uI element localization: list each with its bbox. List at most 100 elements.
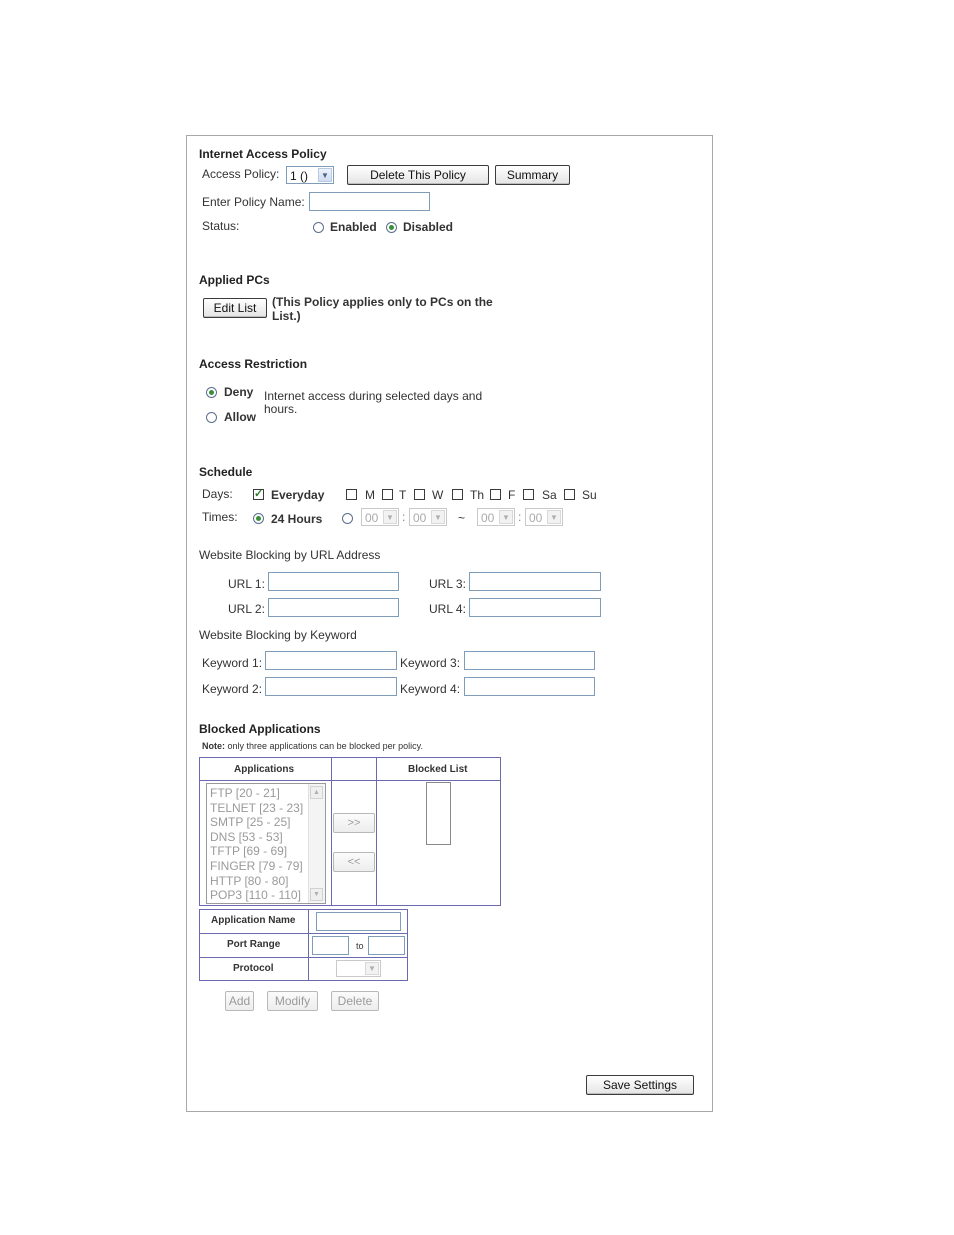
delete-policy-button[interactable]: Delete This Policy	[347, 165, 489, 185]
scroll-down-arrow-icon[interactable]: ▼	[310, 888, 323, 901]
day-label-t: T	[399, 488, 407, 502]
day-checkbox-sa[interactable]	[523, 489, 534, 500]
section-title-schedule: Schedule	[199, 465, 253, 479]
blocked-apps-note: Note: only three applications can be blo…	[202, 741, 423, 751]
delete-app-button[interactable]: Delete	[331, 991, 379, 1011]
list-item[interactable]: TFTP [69 - 69]	[210, 844, 287, 858]
kw3-label: Keyword 3:	[400, 656, 461, 670]
modify-app-button[interactable]: Modify	[267, 991, 318, 1011]
url1-input[interactable]	[268, 572, 399, 591]
chevron-down-icon: ▼	[431, 510, 445, 524]
applied-pcs-note-line1: (This Policy applies only to PCs on the	[272, 295, 493, 309]
everyday-checkbox[interactable]: ✓	[253, 489, 264, 500]
day-checkbox-th[interactable]	[452, 489, 463, 500]
days-label: Days:	[202, 487, 233, 501]
start-min-value: 00	[413, 511, 427, 525]
start-hour-select[interactable]: 00 ▼	[361, 508, 399, 526]
access-policy-value: 1 ()	[290, 169, 308, 183]
end-hour-select[interactable]: 00 ▼	[477, 508, 515, 526]
chevron-down-icon: ▼	[365, 962, 379, 975]
applications-header: Applications	[234, 764, 295, 775]
chevron-down-icon: ▼	[499, 510, 513, 524]
status-enabled-label: Enabled	[330, 220, 377, 234]
protocol-label: Protocol	[233, 963, 274, 974]
edit-list-button[interactable]: Edit List	[203, 298, 267, 318]
allow-radio[interactable]	[206, 412, 217, 423]
list-item[interactable]: DNS [53 - 53]	[210, 830, 283, 844]
section-title-policy: Internet Access Policy	[199, 147, 327, 161]
port-range-label: Port Range	[227, 939, 281, 950]
day-checkbox-f[interactable]	[490, 489, 501, 500]
section-title-url-blocking: Website Blocking by URL Address	[199, 548, 381, 562]
port-to-label: to	[356, 941, 364, 951]
hours24-radio[interactable]	[253, 513, 264, 524]
times-label: Times:	[202, 510, 238, 524]
add-app-button[interactable]: Add	[225, 991, 254, 1011]
url4-input[interactable]	[469, 598, 601, 617]
time-colon: :	[518, 510, 522, 524]
url3-input[interactable]	[469, 572, 601, 591]
url2-input[interactable]	[268, 598, 399, 617]
chevron-down-icon: ▼	[547, 510, 561, 524]
kw4-input[interactable]	[464, 677, 595, 696]
kw3-input[interactable]	[464, 651, 595, 670]
status-enabled-radio[interactable]	[313, 222, 324, 233]
app-name-label: Application Name	[211, 915, 296, 926]
day-checkbox-m[interactable]	[346, 489, 357, 500]
url2-label: URL 2:	[228, 602, 265, 616]
day-label-su: Su	[582, 488, 597, 502]
chevron-down-icon: ▼	[318, 168, 332, 182]
save-settings-button[interactable]: Save Settings	[586, 1075, 694, 1095]
table-divider	[199, 780, 501, 781]
blocked-listbox[interactable]	[426, 782, 451, 845]
deny-label: Deny	[224, 385, 254, 399]
list-item[interactable]: HTTP [80 - 80]	[210, 874, 288, 888]
access-policy-select[interactable]: 1 () ▼	[286, 166, 334, 184]
deny-radio[interactable]	[206, 387, 217, 398]
day-label-m: M	[365, 488, 375, 502]
add-to-blocked-button[interactable]: >>	[333, 813, 375, 833]
summary-button[interactable]: Summary	[495, 165, 570, 185]
remove-from-blocked-button[interactable]: <<	[333, 852, 375, 872]
policy-name-input[interactable]	[309, 192, 430, 211]
url4-label: URL 4:	[429, 602, 466, 616]
section-title-blocked-apps: Blocked Applications	[199, 722, 321, 736]
day-label-th: Th	[470, 488, 485, 502]
applications-listbox[interactable]: FTP [20 - 21] TELNET [23 - 23] SMTP [25 …	[206, 783, 326, 904]
note-bold: Note:	[202, 741, 225, 751]
listbox-scrollbar[interactable]: ▲ ▼	[308, 784, 325, 903]
app-name-input[interactable]	[316, 912, 401, 931]
start-hour-value: 00	[365, 511, 379, 525]
note-text: only three applications can be blocked p…	[225, 741, 423, 751]
start-min-select[interactable]: 00 ▼	[409, 508, 447, 526]
day-label-w: W	[432, 488, 444, 502]
list-item[interactable]: FTP [20 - 21]	[210, 786, 280, 800]
status-label: Status:	[202, 219, 240, 233]
status-disabled-radio[interactable]	[386, 222, 397, 233]
kw1-input[interactable]	[265, 651, 397, 670]
hours24-label: 24 Hours	[271, 512, 323, 526]
port-start-input[interactable]	[312, 936, 349, 955]
end-min-select[interactable]: 00 ▼	[525, 508, 563, 526]
day-label-sa: Sa	[542, 488, 557, 502]
restriction-desc-line2: hours.	[264, 402, 298, 416]
list-item[interactable]: POP3 [110 - 110]	[210, 888, 301, 902]
custom-time-radio[interactable]	[342, 513, 353, 524]
day-label-f: F	[508, 488, 516, 502]
day-checkbox-w[interactable]	[414, 489, 425, 500]
list-item[interactable]: SMTP [25 - 25]	[210, 815, 290, 829]
scroll-up-arrow-icon[interactable]: ▲	[310, 786, 323, 799]
table-divider	[199, 933, 408, 934]
list-item[interactable]: TELNET [23 - 23]	[210, 801, 303, 815]
end-hour-value: 00	[481, 511, 495, 525]
url3-label: URL 3:	[429, 577, 466, 591]
list-item[interactable]: FINGER [79 - 79]	[210, 859, 303, 873]
kw2-label: Keyword 2:	[202, 682, 263, 696]
protocol-select[interactable]: ▼	[336, 960, 381, 977]
time-range-tilde: ~	[458, 511, 466, 525]
day-checkbox-t[interactable]	[382, 489, 393, 500]
everyday-label: Everyday	[271, 488, 325, 502]
port-end-input[interactable]	[368, 936, 405, 955]
day-checkbox-su[interactable]	[564, 489, 575, 500]
kw2-input[interactable]	[265, 677, 397, 696]
